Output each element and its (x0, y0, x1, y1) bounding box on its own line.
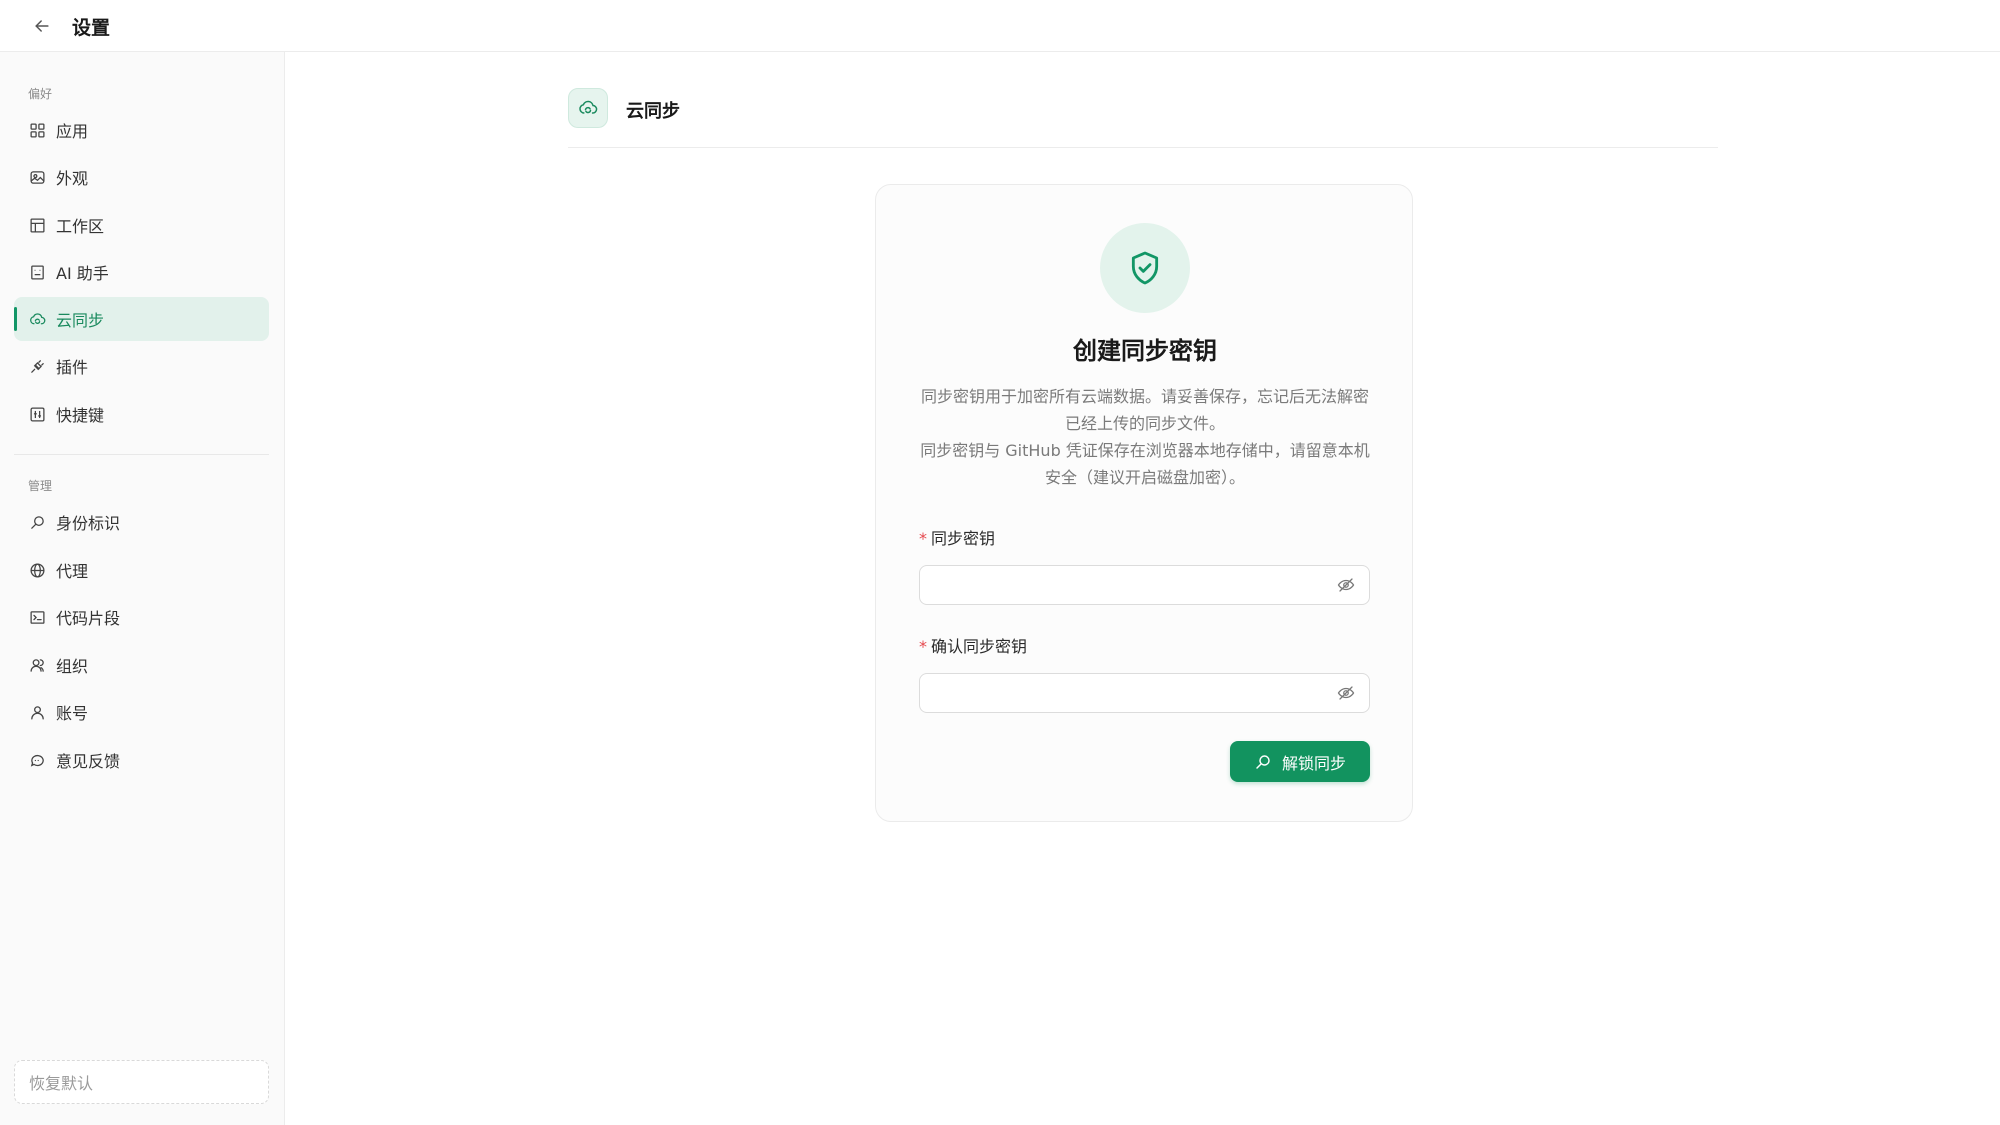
sidebar-divider (14, 454, 269, 455)
section-header: 云同步 (568, 88, 1718, 148)
section-title: 云同步 (626, 101, 680, 122)
create-sync-key-card: 创建同步密钥 同步密钥用于加密所有云端数据。请妥善保存，忘记后无法解密已经上传的… (875, 184, 1413, 822)
unlock-sync-button[interactable]: 解锁同步 (1230, 741, 1370, 782)
group-label-management: 管理 (28, 479, 53, 493)
required-mark: * (919, 637, 927, 656)
unlock-sync-label: 解锁同步 (1281, 753, 1346, 773)
shortcut-icon (28, 405, 46, 423)
main-content: 云同步 创建同步密钥 同步密钥用于加密所有云端数据。请妥善保存，忘记后无法解密已… (285, 52, 2000, 1125)
eye-off-icon[interactable] (1337, 576, 1355, 594)
plug-icon (28, 357, 46, 375)
arrow-left-icon (35, 20, 49, 32)
sidebar-item-appearance[interactable]: 外观 (14, 155, 269, 199)
image-icon (28, 168, 46, 186)
cloud-sync-icon (568, 88, 608, 128)
sidebar-item-shortcuts[interactable]: 快捷键 (14, 392, 269, 436)
field-label-text: 同步密钥 (931, 529, 996, 548)
sidebar-item-cloud-sync[interactable]: 云同步 (14, 297, 269, 341)
sidebar-item-label: 插件 (56, 358, 89, 377)
sidebar-item-feedback[interactable]: 意见反馈 (14, 738, 269, 782)
bot-icon (28, 263, 46, 281)
sidebar-item-label: 云同步 (56, 311, 105, 330)
description-line: 同步密钥用于加密所有云端数据。请妥善保存，忘记后无法解密已经上传的同步文件。 (920, 387, 1369, 433)
field-label-text: 确认同步密钥 (931, 637, 1028, 656)
header: 设置 (0, 0, 2000, 52)
sidebar-item-workspace[interactable]: 工作区 (14, 203, 269, 247)
shield-badge (1100, 223, 1190, 313)
sidebar-item-account[interactable]: 账号 (14, 690, 269, 734)
sidebar-item-snippets[interactable]: 代码片段 (14, 595, 269, 639)
card-title: 创建同步密钥 (1073, 337, 1217, 365)
chat-icon (28, 751, 46, 769)
sidebar-item-label: 快捷键 (56, 406, 105, 425)
sidebar-item-proxy[interactable]: 代理 (14, 548, 269, 592)
eye-off-icon[interactable] (1337, 684, 1355, 702)
users-icon (28, 656, 46, 674)
sidebar-item-label: 应用 (56, 122, 89, 141)
grid-icon (28, 121, 46, 139)
user-icon (28, 703, 46, 721)
sync-key-field (919, 565, 1370, 605)
sidebar-item-apps[interactable]: 应用 (14, 108, 269, 152)
sidebar-item-label: 组织 (56, 657, 89, 676)
settings-window: 设置 偏好 应用 外观 工作区 AI 助手 云同步 插件 快捷键 管理 身份标识… (0, 0, 2000, 1125)
globe-icon (28, 561, 46, 579)
sync-key-label: * 同步密钥 (919, 525, 995, 549)
confirm-sync-key-label: * 确认同步密钥 (919, 633, 1027, 657)
page-title: 设置 (72, 17, 111, 39)
layout-icon (28, 216, 46, 234)
sidebar-item-ai-assistant[interactable]: AI 助手 (14, 250, 269, 294)
sidebar: 偏好 应用 外观 工作区 AI 助手 云同步 插件 快捷键 管理 身份标识 代理… (0, 52, 285, 1125)
description-line: 同步密钥与 GitHub 凭证保存在浏览器本地存储中，请留意本机安全（建议开启磁… (920, 441, 1370, 487)
sidebar-item-label: 外观 (56, 169, 89, 188)
confirm-sync-key-field (919, 673, 1370, 713)
back-button[interactable] (28, 12, 56, 40)
confirm-sync-key-input[interactable] (920, 674, 1320, 712)
sidebar-item-label: 意见反馈 (56, 752, 121, 771)
sidebar-item-label: 账号 (56, 704, 89, 723)
reset-defaults-button[interactable]: 恢复默认 (14, 1060, 269, 1104)
sidebar-item-organization[interactable]: 组织 (14, 643, 269, 687)
key-search-icon (28, 513, 46, 531)
sidebar-item-label: 代码片段 (56, 609, 121, 628)
sidebar-item-label: 工作区 (56, 217, 105, 236)
cloud-sync-icon (28, 310, 46, 328)
shield-check-icon (1131, 251, 1159, 285)
key-icon (1256, 754, 1270, 769)
sidebar-item-plugins[interactable]: 插件 (14, 344, 269, 388)
sidebar-item-identity[interactable]: 身份标识 (14, 500, 269, 544)
sidebar-item-label: 身份标识 (56, 514, 121, 533)
required-mark: * (919, 529, 927, 548)
sidebar-item-label: 代理 (56, 562, 89, 581)
sidebar-item-label: AI 助手 (56, 264, 109, 283)
group-label-preferences: 偏好 (28, 87, 53, 101)
terminal-icon (28, 608, 46, 626)
sync-key-input[interactable] (920, 566, 1320, 604)
card-description: 同步密钥用于加密所有云端数据。请妥善保存，忘记后无法解密已经上传的同步文件。 同… (920, 383, 1370, 491)
